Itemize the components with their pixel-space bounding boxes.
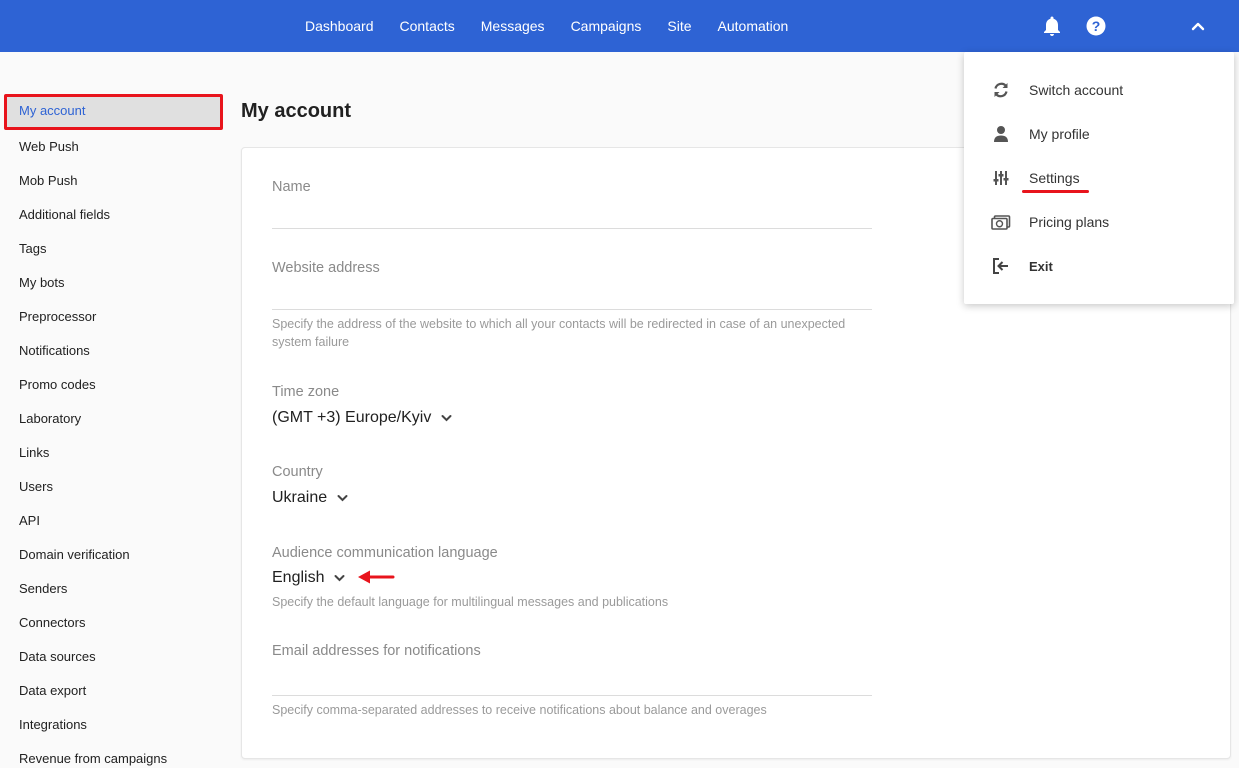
menu-item-my-profile[interactable]: My profile <box>964 114 1234 154</box>
sidebar-item-api[interactable]: API <box>0 504 225 538</box>
svg-text:?: ? <box>1092 18 1101 34</box>
top-bar: Dashboard Contacts Messages Campaigns Si… <box>0 0 1239 52</box>
website-hint: Specify the address of the website to wh… <box>272 317 846 349</box>
nav-dashboard[interactable]: Dashboard <box>305 18 374 34</box>
language-select[interactable]: English <box>272 569 345 587</box>
page-title: My account <box>241 100 352 122</box>
name-label: Name <box>272 179 311 195</box>
language-hint: Specify the default language for multili… <box>272 595 669 609</box>
website-label: Website address <box>272 260 380 276</box>
sidebar-item-links[interactable]: Links <box>0 436 225 470</box>
person-icon <box>991 124 1011 144</box>
emails-hint: Specify comma-separated addresses to rec… <box>272 703 767 717</box>
website-input[interactable] <box>272 309 872 310</box>
sidebar-item-my-bots[interactable]: My bots <box>0 266 225 300</box>
chevron-down-icon <box>337 494 348 502</box>
menu-item-exit[interactable]: Exit <box>964 246 1234 286</box>
menu-label-switch-account: Switch account <box>1029 82 1124 98</box>
help-icon[interactable]: ? <box>1084 14 1108 38</box>
timezone-select[interactable]: (GMT +3) Europe/Kyiv <box>272 409 452 427</box>
sidebar-item-my-account[interactable]: My account <box>4 94 223 130</box>
menu-label-settings: Settings <box>1029 170 1080 186</box>
red-arrow-annotation <box>356 569 396 590</box>
sidebar-item-promo-codes[interactable]: Promo codes <box>0 368 225 402</box>
sliders-icon <box>991 168 1011 188</box>
emails-label: Email addresses for notifications <box>272 643 481 659</box>
chevron-up-icon[interactable] <box>1186 14 1210 38</box>
sidebar-item-integrations[interactable]: Integrations <box>0 708 225 742</box>
country-value: Ukraine <box>272 489 328 506</box>
sidebar-item-senders[interactable]: Senders <box>0 572 225 606</box>
menu-item-pricing-plans[interactable]: Pricing plans <box>964 202 1234 242</box>
timezone-value: (GMT +3) Europe/Kyiv <box>272 409 432 426</box>
switch-icon <box>991 80 1011 100</box>
nav-automation[interactable]: Automation <box>718 18 789 34</box>
country-label: Country <box>272 464 323 480</box>
menu-label-exit: Exit <box>1029 258 1053 274</box>
settings-underline-annotation <box>1022 190 1089 193</box>
settings-sidebar: My account Web Push Mob Push Additional … <box>0 94 225 768</box>
account-dropdown-menu: Switch account My profile Settings Prici… <box>964 52 1234 304</box>
chevron-down-icon <box>334 574 345 582</box>
nav-site[interactable]: Site <box>667 18 691 34</box>
sidebar-item-mob-push[interactable]: Mob Push <box>0 164 225 198</box>
language-value: English <box>272 569 325 586</box>
nav-contacts[interactable]: Contacts <box>400 18 455 34</box>
bell-icon[interactable] <box>1040 14 1064 38</box>
country-select[interactable]: Ukraine <box>272 489 348 507</box>
name-input[interactable] <box>272 228 872 229</box>
sidebar-item-revenue-from-campaigns[interactable]: Revenue from campaigns <box>0 742 225 768</box>
sidebar-item-preprocessor[interactable]: Preprocessor <box>0 300 225 334</box>
sidebar-item-additional-fields[interactable]: Additional fields <box>0 198 225 232</box>
menu-item-switch-account[interactable]: Switch account <box>964 70 1234 110</box>
emails-input[interactable] <box>272 695 872 696</box>
menu-item-settings[interactable]: Settings <box>964 158 1234 198</box>
exit-icon <box>991 256 1011 276</box>
sidebar-item-notifications[interactable]: Notifications <box>0 334 225 368</box>
sidebar-item-web-push[interactable]: Web Push <box>0 130 225 164</box>
nav-campaigns[interactable]: Campaigns <box>571 18 642 34</box>
menu-label-pricing-plans: Pricing plans <box>1029 214 1110 230</box>
money-icon <box>991 212 1011 232</box>
sidebar-item-connectors[interactable]: Connectors <box>0 606 225 640</box>
sidebar-item-laboratory[interactable]: Laboratory <box>0 402 225 436</box>
menu-label-my-profile: My profile <box>1029 126 1090 142</box>
sidebar-item-data-export[interactable]: Data export <box>0 674 225 708</box>
sidebar-item-data-sources[interactable]: Data sources <box>0 640 225 674</box>
language-label: Audience communication language <box>272 545 498 561</box>
sidebar-item-users[interactable]: Users <box>0 470 225 504</box>
nav-messages[interactable]: Messages <box>481 18 545 34</box>
sidebar-item-tags[interactable]: Tags <box>0 232 225 266</box>
sidebar-item-domain-verification[interactable]: Domain verification <box>0 538 225 572</box>
chevron-down-icon <box>441 414 452 422</box>
timezone-label: Time zone <box>272 384 340 400</box>
main-nav: Dashboard Contacts Messages Campaigns Si… <box>305 0 814 52</box>
